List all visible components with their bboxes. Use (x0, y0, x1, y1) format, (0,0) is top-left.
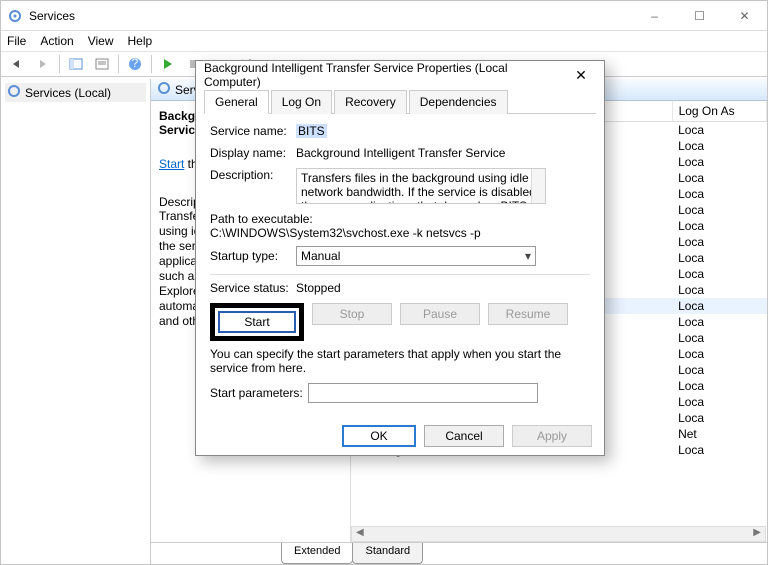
start-params-label: Start parameters: (210, 386, 308, 400)
cell-logon: Loca (672, 442, 766, 458)
service-name-label: Service name: (210, 124, 296, 138)
nav-pane: Services (Local) (1, 79, 151, 564)
col-logon[interactable]: Log On As (672, 101, 766, 122)
cell-logon: Loca (672, 378, 766, 394)
window-title: Services (29, 9, 632, 23)
nav-services-local[interactable]: Services (Local) (5, 83, 146, 102)
tab-dependencies[interactable]: Dependencies (409, 90, 508, 114)
cancel-button[interactable]: Cancel (424, 425, 504, 447)
cell-logon: Loca (672, 410, 766, 426)
service-name-value[interactable]: BITS (296, 124, 327, 138)
gear-icon (7, 84, 21, 101)
properties-icon[interactable] (90, 53, 114, 75)
display-name-label: Display name: (210, 146, 296, 160)
menubar: File Action View Help (1, 31, 767, 51)
desc-scrollbar[interactable] (531, 169, 545, 203)
description-box[interactable]: Transfers files in the background using … (296, 168, 546, 204)
tab-general[interactable]: General (204, 90, 269, 114)
dialog-close-button[interactable]: ✕ (566, 67, 596, 84)
cell-logon: Loca (672, 154, 766, 170)
nav-label: Services (Local) (25, 86, 111, 100)
tab-standard[interactable]: Standard (352, 543, 423, 564)
display-name-value: Background Intelligent Transfer Service (296, 146, 590, 160)
cell-logon: Net (672, 426, 766, 442)
cell-logon: Loca (672, 282, 766, 298)
description-text: Transfers files in the background using … (301, 171, 539, 204)
minimize-button[interactable]: – (632, 5, 677, 27)
maximize-button[interactable]: ☐ (677, 5, 722, 27)
cell-logon: Loca (672, 170, 766, 186)
start-params-input[interactable] (308, 383, 538, 403)
stop-button: Stop (312, 303, 392, 325)
apply-button: Apply (512, 425, 592, 447)
startup-type-label: Startup type: (210, 249, 296, 263)
titlebar: Services – ☐ ✕ (1, 1, 767, 31)
show-hide-tree-button[interactable] (64, 53, 88, 75)
start-link[interactable]: Start (159, 157, 184, 171)
cell-logon: Loca (672, 330, 766, 346)
pause-button: Pause (400, 303, 480, 325)
service-status-value: Stopped (296, 281, 590, 295)
service-status-label: Service status: (210, 281, 296, 295)
back-button[interactable] (5, 53, 29, 75)
svg-text:?: ? (132, 57, 139, 70)
play-icon[interactable] (156, 53, 180, 75)
cell-logon: Loca (672, 250, 766, 266)
cell-logon: Loca (672, 394, 766, 410)
cell-logon: Loca (672, 218, 766, 234)
menu-view[interactable]: View (88, 34, 114, 48)
start-highlight: Start (210, 303, 304, 341)
cell-logon: Loca (672, 362, 766, 378)
path-value: C:\WINDOWS\System32\svchost.exe -k netsv… (210, 226, 590, 240)
ok-button[interactable]: OK (342, 425, 416, 447)
description-label: Description: (210, 168, 296, 182)
resume-button: Resume (488, 303, 568, 325)
tab-recovery[interactable]: Recovery (334, 90, 407, 114)
tab-logon[interactable]: Log On (271, 90, 332, 114)
cell-logon: Loca (672, 122, 766, 139)
cell-logon: Loca (672, 314, 766, 330)
close-button[interactable]: ✕ (722, 5, 767, 27)
properties-dialog: Background Intelligent Transfer Service … (195, 60, 605, 456)
cell-logon: Loca (672, 138, 766, 154)
gear-icon (157, 81, 171, 98)
startup-type-value: Manual (301, 249, 340, 263)
forward-button[interactable] (31, 53, 55, 75)
cell-logon: Loca (672, 186, 766, 202)
cell-logon: Loca (672, 234, 766, 250)
cell-logon: Loca (672, 266, 766, 282)
menu-file[interactable]: File (7, 34, 26, 48)
startup-type-select[interactable]: Manual (296, 246, 536, 266)
cell-logon: Loca (672, 298, 766, 314)
cell-logon: Loca (672, 202, 766, 218)
start-param-hint: You can specify the start parameters tha… (210, 347, 590, 375)
tab-extended[interactable]: Extended (281, 543, 353, 564)
menu-help[interactable]: Help (128, 34, 153, 48)
menu-action[interactable]: Action (40, 34, 73, 48)
horizontal-scrollbar[interactable] (351, 526, 766, 542)
gear-icon (7, 8, 23, 24)
path-label: Path to executable: (210, 212, 590, 226)
start-button[interactable]: Start (218, 311, 296, 333)
dialog-title: Background Intelligent Transfer Service … (204, 61, 566, 89)
cell-logon: Loca (672, 346, 766, 362)
help-icon[interactable]: ? (123, 53, 147, 75)
